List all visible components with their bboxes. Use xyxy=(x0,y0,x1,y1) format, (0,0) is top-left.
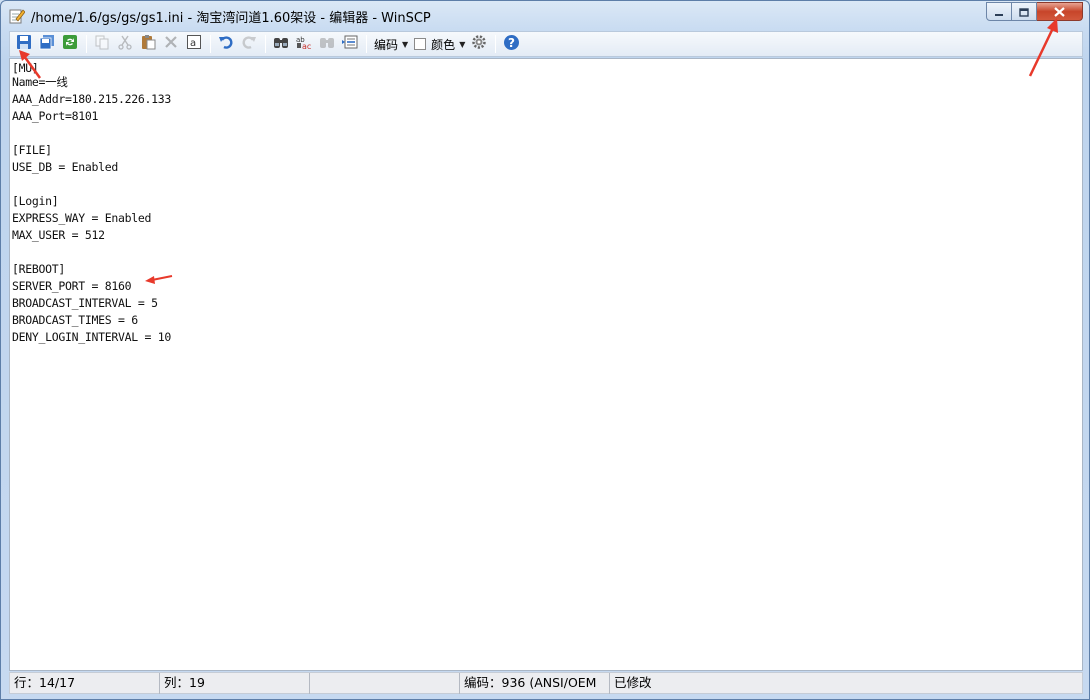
editor-line: Name=一线 xyxy=(12,75,68,89)
caption-buttons xyxy=(986,2,1083,22)
find-button[interactable] xyxy=(270,33,292,55)
status-encoding: 编码：936 (ANSI/OEM xyxy=(460,673,610,694)
undo-icon xyxy=(218,34,234,54)
status-column: 列：19 xyxy=(160,673,310,694)
status-bar: 行：14/17 列：19 编码：936 (ANSI/OEM 已修改 xyxy=(9,672,1083,694)
editor-window: /home/1.6/gs/gs/gs1.ini - 淘宝湾问道1.60架设 - … xyxy=(0,0,1090,700)
paste-button[interactable] xyxy=(137,33,159,55)
reload-icon xyxy=(62,34,78,54)
delete-button[interactable] xyxy=(160,33,182,55)
toolbar: a ab ac 编码 ▼ 颜色 ▼ ? xyxy=(9,31,1083,57)
editor-line: USE_DB = Enabled xyxy=(12,160,118,174)
help-button[interactable]: ? xyxy=(500,33,522,55)
status-line: 行：14/17 xyxy=(10,673,160,694)
delete-icon xyxy=(163,34,179,54)
save-button[interactable] xyxy=(13,33,35,55)
color-label: 颜色 xyxy=(431,37,456,52)
status-modified: 已修改 xyxy=(614,675,652,690)
save-all-button[interactable] xyxy=(36,33,58,55)
status-empty xyxy=(310,673,460,694)
chevron-down-icon: ▼ xyxy=(459,39,466,49)
editor-line: EXPRESS_WAY = Enabled xyxy=(12,211,152,225)
minimize-button[interactable] xyxy=(986,2,1012,21)
editor-line: DENY_LOGIN_INTERVAL = 10 xyxy=(12,330,171,344)
maximize-button[interactable] xyxy=(1012,2,1037,21)
goto-line-button[interactable] xyxy=(339,33,361,55)
svg-text:ac: ac xyxy=(302,42,311,50)
color-checkbox[interactable] xyxy=(414,38,427,50)
editor-line: MAX_USER = 512 xyxy=(12,228,105,242)
toolbar-separator xyxy=(366,35,367,53)
redo-icon xyxy=(241,34,257,54)
save-all-icon xyxy=(39,34,55,54)
editor-line: BROADCAST_TIMES = 6 xyxy=(12,313,138,327)
toolbar-separator xyxy=(495,35,497,53)
editor-line: [REBOOT] xyxy=(12,262,65,276)
editor-line: SERVER_PORT = 8160 xyxy=(12,279,132,293)
close-icon xyxy=(1054,2,1065,21)
cut-button[interactable] xyxy=(114,33,136,55)
select-all-icon: a xyxy=(186,34,202,54)
settings-icon xyxy=(471,34,487,54)
help-icon: ? xyxy=(503,34,520,55)
undo-button[interactable] xyxy=(215,33,237,55)
editor-line: BROADCAST_INTERVAL = 5 xyxy=(12,296,158,310)
replace-icon: ab ac xyxy=(296,34,312,54)
settings-button[interactable] xyxy=(468,33,490,55)
svg-text:?: ? xyxy=(508,36,515,50)
find-icon xyxy=(273,34,289,54)
goto-line-icon xyxy=(342,34,358,54)
toolbar-separator xyxy=(86,35,87,53)
select-all-button[interactable]: a xyxy=(183,33,205,55)
copy-button[interactable] xyxy=(91,33,113,55)
minimize-icon xyxy=(994,2,1004,21)
copy-icon xyxy=(94,34,110,54)
editor-line: [Login] xyxy=(12,194,59,208)
redo-button[interactable] xyxy=(238,33,260,55)
maximize-icon xyxy=(1019,2,1029,21)
title-bar[interactable]: /home/1.6/gs/gs/gs1.ini - 淘宝湾问道1.60架设 - … xyxy=(1,1,1089,31)
color-dropdown[interactable]: 颜色 ▼ xyxy=(411,33,468,55)
find-next-button[interactable] xyxy=(316,33,338,55)
toolbar-separator xyxy=(265,35,266,53)
close-button[interactable] xyxy=(1037,2,1083,21)
encoding-dropdown[interactable]: 编码 ▼ xyxy=(371,33,411,55)
editor-line: [FILE] xyxy=(12,143,52,157)
window-title: /home/1.6/gs/gs/gs1.ini - 淘宝湾问道1.60架设 - … xyxy=(31,11,431,26)
replace-button[interactable]: ab ac xyxy=(293,33,315,55)
chevron-down-icon: ▼ xyxy=(402,39,409,49)
text-editor[interactable]: [MU] Name=一线 AAA_Addr=180.215.226.133 AA… xyxy=(9,58,1083,671)
editor-line: AAA_Addr=180.215.226.133 xyxy=(12,92,171,106)
cut-icon xyxy=(117,34,133,54)
toolbar-separator xyxy=(210,35,211,53)
reload-button[interactable] xyxy=(59,33,81,55)
editor-line: AAA_Port=8101 xyxy=(12,109,99,123)
paste-icon xyxy=(140,34,156,54)
svg-text:a: a xyxy=(190,38,196,49)
encoding-label: 编码 xyxy=(374,37,399,52)
save-icon xyxy=(16,34,32,54)
notepad-edit-icon xyxy=(9,7,26,24)
find-next-icon xyxy=(319,34,335,54)
